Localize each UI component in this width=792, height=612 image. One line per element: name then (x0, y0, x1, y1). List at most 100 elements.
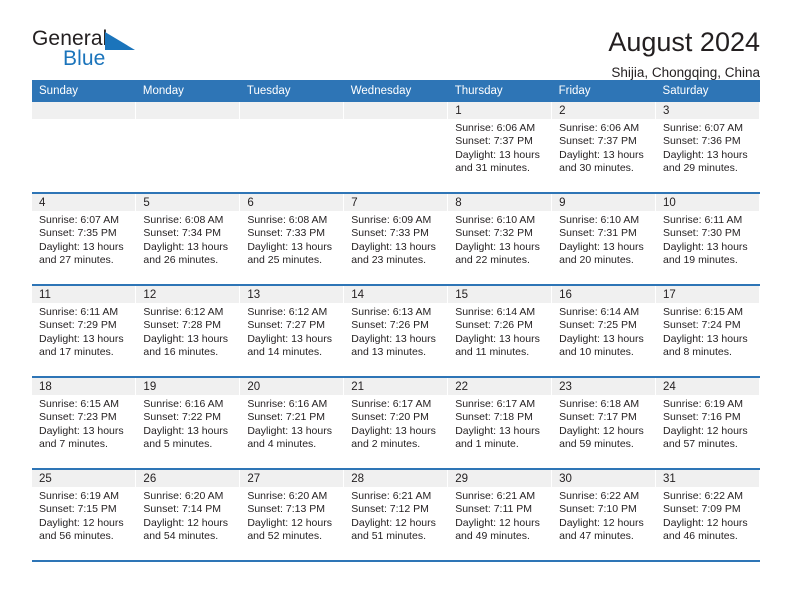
day-number: 12 (136, 286, 240, 303)
day-number: 20 (240, 378, 344, 395)
sunrise-text: Sunrise: 6:21 AM (455, 490, 536, 502)
calendar-day-cell[interactable]: 17 Sunrise: 6:15 AM Sunset: 7:24 PM Dayligh… (655, 285, 760, 378)
calendar-day-cell[interactable]: 22 Sunrise: 6:17 AM Sunset: 7:18 PM Dayligh… (447, 377, 553, 470)
day-number: 23 (552, 378, 656, 395)
calendar-day-cell[interactable]: 30 Sunrise: 6:22 AM Sunset: 7:10 PM Dayligh… (551, 469, 657, 562)
day-number: 21 (344, 378, 448, 395)
sunrise-text: Sunrise: 6:22 AM (559, 490, 640, 502)
sunset-text: Sunset: 7:30 PM (663, 227, 741, 240)
sunrise-text: Sunrise: 6:17 AM (455, 398, 536, 410)
calendar-day-cell[interactable]: 24 Sunrise: 6:19 AM Sunset: 7:16 PM Dayligh… (655, 377, 760, 470)
day-sun-info: Sunrise: 6:16 AM Sunset: 7:21 PM Daylight:… (240, 395, 343, 452)
sunset-text: Sunset: 7:18 PM (455, 411, 533, 424)
weekday-header-friday: Friday (551, 80, 656, 102)
sunrise-text: Sunrise: 6:14 AM (559, 306, 640, 318)
day-sun-info: Sunrise: 6:22 AM Sunset: 7:10 PM Daylight:… (552, 487, 655, 544)
calendar-day-cell[interactable]: 8 Sunrise: 6:10 AM Sunset: 7:32 PM Daylight… (447, 193, 553, 286)
day-sun-info: Sunrise: 6:19 AM Sunset: 7:16 PM Daylight:… (656, 395, 759, 452)
calendar-day-cell[interactable]: 29 Sunrise: 6:21 AM Sunset: 7:11 PM Dayligh… (447, 469, 553, 562)
daylight-text: Daylight: 13 hours and 25 minutes. (247, 240, 332, 267)
calendar-day-cell[interactable]: 25 Sunrise: 6:19 AM Sunset: 7:15 PM Dayligh… (32, 469, 137, 562)
daylight-text: Daylight: 13 hours and 30 minutes. (559, 148, 644, 175)
calendar-day-cell[interactable]: 18 Sunrise: 6:15 AM Sunset: 7:23 PM Dayligh… (32, 377, 137, 470)
day-sun-info: Sunrise: 6:20 AM Sunset: 7:14 PM Daylight:… (136, 487, 239, 544)
calendar-day-cell[interactable]: 23 Sunrise: 6:18 AM Sunset: 7:17 PM Dayligh… (551, 377, 657, 470)
day-number: 14 (344, 286, 448, 303)
calendar-day-cell[interactable]: 11 Sunrise: 6:11 AM Sunset: 7:29 PM Dayligh… (32, 285, 137, 378)
sunset-text: Sunset: 7:14 PM (143, 503, 222, 516)
calendar-day-cell[interactable]: 14 Sunrise: 6:13 AM Sunset: 7:26 PM Dayligh… (343, 285, 449, 378)
sunrise-text: Sunrise: 6:06 AM (559, 122, 640, 134)
calendar-day-cell[interactable]: 27 Sunrise: 6:20 AM Sunset: 7:13 PM Dayligh… (239, 469, 345, 562)
day-sun-info: Sunrise: 6:14 AM Sunset: 7:26 PM Daylight:… (448, 303, 551, 360)
daylight-text: Daylight: 13 hours and 23 minutes. (351, 240, 436, 267)
sunset-text: Sunset: 7:13 PM (247, 503, 325, 516)
triangle-icon (105, 32, 135, 50)
calendar-week-row: 11 Sunrise: 6:11 AM Sunset: 7:29 PM Dayligh… (32, 285, 760, 378)
sunset-text: Sunset: 7:11 PM (455, 503, 533, 516)
calendar-day-cell[interactable]: 3 Sunrise: 6:07 AM Sunset: 7:36 PM Daylight… (655, 102, 760, 194)
title-block: August 2024 Shijia, Chongqing, China (608, 27, 760, 81)
day-sun-info: Sunrise: 6:17 AM Sunset: 7:18 PM Daylight:… (448, 395, 551, 452)
calendar-day-cell[interactable]: 31 Sunrise: 6:22 AM Sunset: 7:09 PM Dayligh… (655, 469, 760, 562)
daylight-text: Daylight: 13 hours and 5 minutes. (143, 424, 229, 451)
sunrise-text: Sunrise: 6:10 AM (455, 214, 536, 226)
calendar-day-cell[interactable]: 16 Sunrise: 6:14 AM Sunset: 7:25 PM Dayligh… (551, 285, 657, 378)
daylight-text: Daylight: 13 hours and 20 minutes. (559, 240, 644, 267)
sunrise-text: Sunrise: 6:10 AM (559, 214, 640, 226)
day-sun-info: Sunrise: 6:20 AM Sunset: 7:13 PM Daylight:… (240, 487, 343, 544)
sunset-text: Sunset: 7:24 PM (663, 319, 741, 332)
daylight-text: Daylight: 13 hours and 19 minutes. (663, 240, 748, 267)
day-sun-info: Sunrise: 6:14 AM Sunset: 7:25 PM Daylight:… (552, 303, 655, 360)
calendar-day-cell[interactable]: 6 Sunrise: 6:08 AM Sunset: 7:33 PM Daylight… (239, 193, 345, 286)
sunset-text: Sunset: 7:26 PM (455, 319, 533, 332)
day-number: 24 (656, 378, 759, 395)
calendar-day-cell[interactable]: 7 Sunrise: 6:09 AM Sunset: 7:33 PM Daylight… (343, 193, 449, 286)
calendar-day-cell[interactable]: 2 Sunrise: 6:06 AM Sunset: 7:37 PM Daylight… (551, 102, 657, 194)
daylight-text: Daylight: 13 hours and 1 minute. (455, 424, 540, 451)
calendar-day-cell[interactable]: 12 Sunrise: 6:12 AM Sunset: 7:28 PM Dayligh… (135, 285, 241, 378)
calendar-day-cell[interactable]: 20 Sunrise: 6:16 AM Sunset: 7:21 PM Dayligh… (239, 377, 345, 470)
page-title: August 2024 (608, 27, 760, 57)
sunrise-text: Sunrise: 6:06 AM (455, 122, 536, 134)
calendar-day-cell[interactable]: 15 Sunrise: 6:14 AM Sunset: 7:26 PM Dayligh… (447, 285, 553, 378)
calendar-day-cell[interactable]: 5 Sunrise: 6:08 AM Sunset: 7:34 PM Daylight… (135, 193, 241, 286)
calendar-day-cell[interactable]: 28 Sunrise: 6:21 AM Sunset: 7:12 PM Dayligh… (343, 469, 449, 562)
sunset-text: Sunset: 7:20 PM (351, 411, 429, 424)
sunset-text: Sunset: 7:17 PM (559, 411, 637, 424)
sunrise-text: Sunrise: 6:08 AM (143, 214, 224, 226)
general-blue-logo[interactable]: General Blue (32, 28, 212, 78)
sunset-text: Sunset: 7:34 PM (143, 227, 222, 240)
weekday-header-wednesday: Wednesday (343, 80, 448, 102)
day-number: 22 (448, 378, 552, 395)
calendar-day-cell[interactable]: 1 Sunrise: 6:06 AM Sunset: 7:37 PM Daylight… (447, 102, 553, 194)
day-sun-info: Sunrise: 6:08 AM Sunset: 7:33 PM Daylight:… (240, 211, 343, 268)
calendar-day-cell[interactable]: 26 Sunrise: 6:20 AM Sunset: 7:14 PM Dayligh… (135, 469, 241, 562)
day-sun-info: Sunrise: 6:16 AM Sunset: 7:22 PM Daylight:… (136, 395, 239, 452)
day-sun-info: Sunrise: 6:15 AM Sunset: 7:23 PM Daylight:… (32, 395, 135, 452)
daylight-text: Daylight: 13 hours and 27 minutes. (39, 240, 124, 267)
sunset-text: Sunset: 7:16 PM (663, 411, 741, 424)
sunrise-text: Sunrise: 6:17 AM (351, 398, 432, 410)
calendar-header-row: Sunday Monday Tuesday Wednesday Thursday… (32, 80, 760, 102)
calendar-week-row: 4 Sunrise: 6:07 AM Sunset: 7:35 PM Daylight… (32, 193, 760, 286)
day-sun-info: Sunrise: 6:15 AM Sunset: 7:24 PM Daylight:… (656, 303, 759, 360)
sunset-text: Sunset: 7:22 PM (143, 411, 222, 424)
calendar-day-cell[interactable]: 21 Sunrise: 6:17 AM Sunset: 7:20 PM Dayligh… (343, 377, 449, 470)
day-number: 11 (32, 286, 136, 303)
calendar-page: General Blue August 2024 Shijia, Chongqi… (0, 0, 792, 612)
day-sun-info: Sunrise: 6:22 AM Sunset: 7:09 PM Daylight:… (656, 487, 759, 544)
calendar-day-cell[interactable]: 10 Sunrise: 6:11 AM Sunset: 7:30 PM Dayligh… (655, 193, 760, 286)
sunrise-text: Sunrise: 6:20 AM (143, 490, 224, 502)
sunset-text: Sunset: 7:23 PM (39, 411, 117, 424)
daylight-text: Daylight: 12 hours and 54 minutes. (143, 516, 229, 543)
sunset-text: Sunset: 7:15 PM (39, 503, 117, 516)
sunrise-text: Sunrise: 6:16 AM (247, 398, 328, 410)
sunrise-text: Sunrise: 6:07 AM (39, 214, 119, 226)
calendar-day-cell[interactable]: 19 Sunrise: 6:16 AM Sunset: 7:22 PM Dayligh… (135, 377, 241, 470)
calendar-day-cell[interactable]: 4 Sunrise: 6:07 AM Sunset: 7:35 PM Daylight… (32, 193, 137, 286)
calendar-day-cell[interactable]: 9 Sunrise: 6:10 AM Sunset: 7:31 PM Daylight… (551, 193, 657, 286)
weekday-header-saturday: Saturday (655, 80, 760, 102)
sunrise-text: Sunrise: 6:19 AM (663, 398, 743, 410)
calendar-day-cell[interactable]: 13 Sunrise: 6:12 AM Sunset: 7:27 PM Dayligh… (239, 285, 345, 378)
